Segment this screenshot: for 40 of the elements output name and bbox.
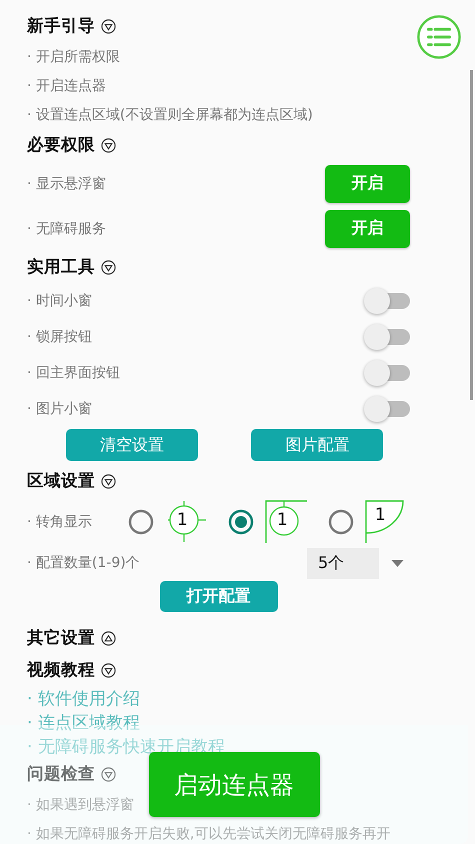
- open-config-button[interactable]: 打开配置: [160, 581, 278, 612]
- list-item-text: · 如果遇到悬浮窗: [27, 796, 134, 814]
- enable-button[interactable]: 开启: [325, 164, 410, 202]
- section-title: 其它设置: [27, 627, 95, 649]
- start-clicker-button[interactable]: 启动连点器: [148, 752, 320, 817]
- tool-label: · 时间小窗: [27, 292, 92, 310]
- list-item-text: · 开启所需权限: [27, 48, 120, 66]
- permission-label: · 无障碍服务: [27, 220, 106, 238]
- marker-number: 1: [176, 510, 188, 530]
- list-item-text: · 设置连点区域(不设置则全屏幕都为连点区域): [27, 106, 313, 124]
- action-button[interactable]: 清空设置: [66, 429, 198, 461]
- section-title: 视频教程: [27, 659, 95, 681]
- tutorial-link[interactable]: · 软件使用介绍: [27, 686, 140, 710]
- section-title: 问题检查: [27, 763, 95, 785]
- toggle-switch[interactable]: [364, 396, 410, 422]
- radio-button[interactable]: [228, 509, 254, 535]
- section-title: 新手引导: [27, 15, 95, 37]
- count-label: · 配置数量(1-9)个: [27, 554, 140, 572]
- corner-display-label: · 转角显示: [27, 513, 92, 531]
- tool-label: · 图片小窗: [27, 400, 92, 418]
- radio-button[interactable]: [128, 509, 154, 535]
- list-item-text: · 如果无障碍服务开启失败,可以先尝试关闭无障碍服务再开: [27, 824, 390, 842]
- section-title: 实用工具: [27, 256, 95, 278]
- section-title: 必要权限: [27, 134, 95, 156]
- caret-icon[interactable]: [391, 560, 404, 566]
- marker-number: 1: [374, 505, 386, 525]
- section-title: 区域设置: [27, 470, 95, 492]
- toggle-switch[interactable]: [364, 288, 410, 314]
- permission-label: · 显示悬浮窗: [27, 174, 106, 192]
- toggle-switch[interactable]: [364, 324, 410, 350]
- tutorial-link[interactable]: · 连点区域教程: [27, 710, 140, 734]
- tool-label: · 回主界面按钮: [27, 364, 120, 382]
- radio-button[interactable]: [328, 509, 354, 535]
- count-dropdown[interactable]: 5个: [307, 548, 379, 578]
- action-button[interactable]: 图片配置: [251, 429, 384, 461]
- enable-button[interactable]: 开启: [325, 210, 410, 248]
- tool-label: · 锁屏按钮: [27, 328, 92, 346]
- list-item-text: · 开启连点器: [27, 76, 106, 94]
- toggle-switch[interactable]: [364, 360, 410, 386]
- marker-number: 1: [276, 510, 288, 530]
